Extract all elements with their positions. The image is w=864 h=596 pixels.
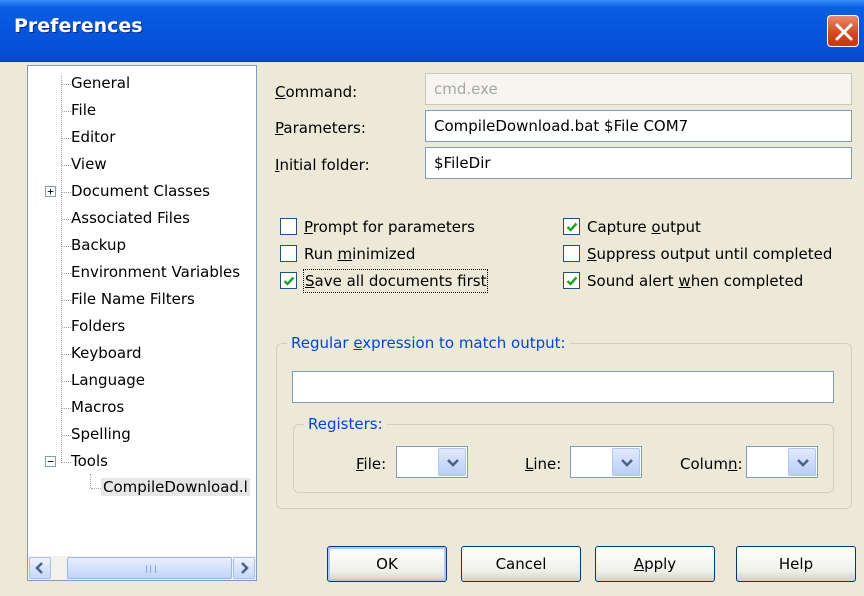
checkbox-box[interactable] (280, 272, 297, 289)
column-register-select[interactable] (746, 446, 818, 478)
tree-item-label: Folders (71, 317, 126, 335)
title-bar[interactable]: Preferences (0, 0, 864, 62)
scroll-thumb[interactable] (67, 557, 232, 579)
tree-item-backup[interactable]: Backup (71, 234, 126, 256)
initial-folder-field[interactable]: $FileDir (425, 147, 852, 179)
tree-connector (62, 165, 71, 166)
tree-item-folders[interactable]: Folders (71, 315, 125, 337)
scroll-right-button[interactable] (233, 557, 255, 579)
tree-item-general[interactable]: General (71, 72, 130, 94)
checkbox-box[interactable] (563, 245, 580, 262)
tree-connector (62, 300, 71, 301)
tree-item-language[interactable]: Language (71, 369, 145, 391)
expand-plus-icon[interactable]: + (45, 186, 56, 197)
tree-item-label: Language (71, 371, 146, 389)
line-register-label: Line: (525, 455, 562, 473)
tree-item-label: Associated Files (71, 209, 190, 227)
tree-item-keyboard[interactable]: Keyboard (71, 342, 142, 364)
tree-item-spelling[interactable]: Spelling (71, 423, 131, 445)
checkbox-label: Save all documents first (302, 269, 489, 293)
tree-connector (62, 435, 71, 436)
tree-connector (62, 462, 71, 463)
help-button[interactable]: Help (736, 546, 856, 582)
tree-connector (62, 354, 71, 355)
tree-item-label: Document Classes (71, 182, 210, 200)
tree-item-label: General (71, 74, 131, 92)
tree-item-view[interactable]: View (71, 153, 107, 175)
tree-item-label: Backup (71, 236, 126, 254)
parameters-label: Parameters: (275, 119, 366, 137)
checkbox-box[interactable] (563, 272, 580, 289)
tree-item-label: Macros (71, 398, 125, 416)
tree-item-label: File (71, 101, 97, 119)
apply-button[interactable]: Apply (595, 546, 715, 582)
preferences-dialog: Preferences General File Editor View + D… (0, 0, 864, 596)
checkbox-label: Prompt for parameters (304, 218, 475, 236)
tree-connector (62, 246, 71, 247)
tree-item-label: Tools (71, 452, 108, 470)
tree-connector (62, 381, 71, 382)
tree-connector (62, 84, 71, 85)
tree-item-macros[interactable]: Macros (71, 396, 124, 418)
checkbox-box[interactable] (563, 218, 580, 235)
tree-item-file-name-filters[interactable]: File Name Filters (71, 288, 195, 310)
column-register-label: Column: (680, 455, 743, 473)
checkbox-box[interactable] (280, 245, 297, 262)
close-button[interactable] (827, 15, 859, 47)
grip-icon (146, 565, 156, 573)
scroll-left-button[interactable] (29, 557, 51, 579)
tree-connector (62, 138, 71, 139)
parameters-field[interactable]: CompileDownload.bat $File COM7 (425, 110, 852, 142)
dropdown-button[interactable] (788, 448, 816, 476)
tree-item-label: Environment Variables (71, 263, 241, 281)
tree-connector (90, 474, 91, 488)
file-register-select[interactable] (396, 446, 468, 478)
tree-connector (62, 111, 71, 112)
checkbox-label: Capture output (587, 218, 701, 236)
dropdown-button[interactable] (438, 448, 466, 476)
checkbox-box[interactable] (280, 218, 297, 235)
window-title: Preferences (14, 15, 143, 37)
command-label: Command: (275, 83, 358, 101)
horizontal-scrollbar[interactable] (28, 556, 256, 580)
tree-item-file[interactable]: File (71, 99, 96, 121)
tree-item-label: CompileDownload.l (101, 478, 250, 496)
tree-connector (62, 408, 71, 409)
tree-connector (91, 488, 101, 489)
tree-item-label: Spelling (71, 425, 131, 443)
initial-folder-label: Initial folder: (275, 156, 370, 174)
tree-item-label: View (71, 155, 107, 173)
tree-item-label: Editor (71, 128, 116, 146)
line-register-select[interactable] (570, 446, 642, 478)
tree-connector (62, 273, 71, 274)
tree-connector (62, 192, 71, 193)
registers-caption: Registers: (304, 413, 387, 435)
tree-item-environment-variables[interactable]: Environment Variables (71, 261, 240, 283)
tree-connector (61, 76, 62, 463)
cancel-button[interactable]: Cancel (461, 546, 581, 582)
tree-item-tools[interactable]: Tools (71, 450, 108, 472)
regex-field[interactable] (292, 371, 834, 403)
tree-item-compiledownload[interactable]: CompileDownload.l (101, 476, 256, 498)
checkbox-label: Sound alert when completed (587, 272, 804, 290)
collapse-minus-icon[interactable]: − (45, 456, 56, 467)
file-register-label: File: (356, 455, 387, 473)
regex-group-caption: Regular expression to match output: (287, 332, 570, 354)
tree-item-label: File Name Filters (71, 290, 195, 308)
dropdown-button[interactable] (612, 448, 640, 476)
ok-button[interactable]: OK (327, 546, 447, 582)
checkbox-label: Suppress output until completed (587, 245, 833, 263)
tree-connector (62, 327, 71, 328)
command-field[interactable]: cmd.exe (425, 73, 852, 105)
tree-item-editor[interactable]: Editor (71, 126, 115, 148)
tree-connector (62, 219, 71, 220)
tree-item-label: Keyboard (71, 344, 142, 362)
category-tree[interactable]: General File Editor View + Document Clas… (27, 65, 257, 581)
tree-item-associated-files[interactable]: Associated Files (71, 207, 190, 229)
checkbox-label: Run minimized (304, 245, 416, 263)
tree-item-document-classes[interactable]: Document Classes (71, 180, 210, 202)
